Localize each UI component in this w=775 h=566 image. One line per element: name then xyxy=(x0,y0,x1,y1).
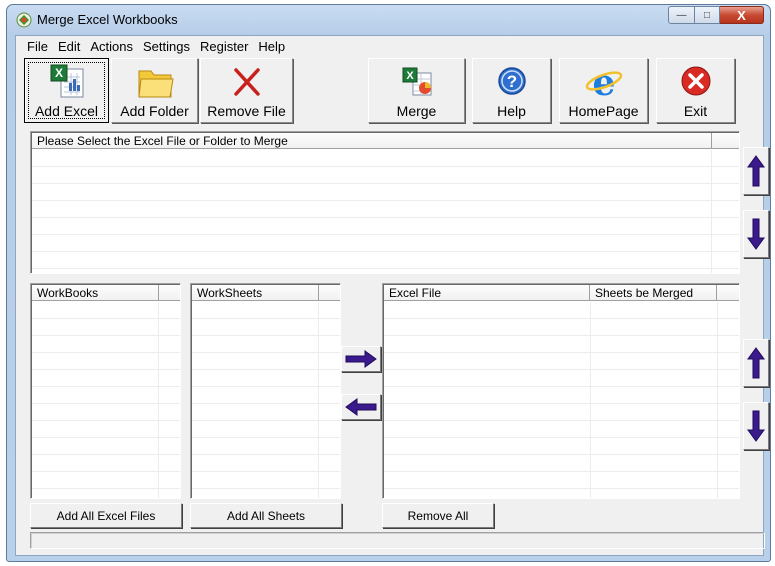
help-button[interactable]: ? Help xyxy=(472,58,551,123)
add-folder-label: Add Folder xyxy=(120,103,189,119)
file-list-rows xyxy=(32,150,739,273)
arrow-left-icon xyxy=(345,398,377,416)
merge-list-column-line-2 xyxy=(717,302,718,498)
worksheets-header-filler xyxy=(319,285,340,301)
add-folder-button[interactable]: Add Folder xyxy=(111,58,198,123)
merge-list[interactable]: Excel File Sheets be Merged xyxy=(382,283,740,499)
main-window: Merge Excel Workbooks — □ X File Edit Ac… xyxy=(6,4,771,562)
file-list-header-filler xyxy=(712,133,739,149)
merge-excel-icon: X xyxy=(397,63,437,101)
status-bar xyxy=(30,532,765,549)
file-list[interactable]: Please Select the Excel File or Folder t… xyxy=(30,131,740,274)
minimize-button[interactable]: — xyxy=(668,6,695,24)
help-label: Help xyxy=(497,103,526,119)
merge-list-column-line xyxy=(590,302,591,498)
merge-list-rows xyxy=(384,302,739,498)
workbooks-header[interactable]: WorkBooks xyxy=(32,285,159,301)
move-up-merge-button[interactable] xyxy=(743,339,769,387)
merge-label: Merge xyxy=(396,103,437,119)
exit-icon xyxy=(676,63,716,101)
client-area: File Edit Actions Settings Register Help… xyxy=(15,35,769,556)
remove-file-button[interactable]: Remove File xyxy=(200,58,293,123)
menu-actions[interactable]: Actions xyxy=(85,36,138,55)
question-icon: ? xyxy=(492,63,532,101)
menu-bar: File Edit Actions Settings Register Help xyxy=(16,36,763,55)
add-excel-button[interactable]: X Add Excel xyxy=(24,58,109,123)
move-down-merge-button[interactable] xyxy=(743,402,769,450)
workbooks-column-line xyxy=(158,302,159,498)
svg-text:e: e xyxy=(592,63,615,101)
close-button[interactable]: X xyxy=(720,6,764,24)
sheets-merged-column-header[interactable]: Sheets be Merged xyxy=(590,285,717,301)
move-up-file-button[interactable] xyxy=(743,147,769,195)
svg-text:X: X xyxy=(406,70,414,82)
maximize-button[interactable]: □ xyxy=(695,6,720,24)
remove-from-merge-button[interactable] xyxy=(341,394,381,420)
svg-text:X: X xyxy=(54,66,62,80)
exit-button[interactable]: Exit xyxy=(656,58,735,123)
merge-button[interactable]: X Merge xyxy=(368,58,465,123)
arrow-up-icon xyxy=(747,347,765,379)
move-down-file-button[interactable] xyxy=(743,210,769,258)
red-x-icon xyxy=(227,63,267,101)
svg-text:?: ? xyxy=(506,72,516,91)
close-icon: X xyxy=(737,7,746,23)
folder-icon xyxy=(135,63,175,101)
workbooks-header-filler xyxy=(159,285,180,301)
minimize-icon: — xyxy=(676,9,687,21)
excel-file-icon: X xyxy=(47,63,87,101)
menu-register[interactable]: Register xyxy=(195,36,253,55)
exit-label: Exit xyxy=(683,103,708,119)
internet-explorer-icon: e xyxy=(584,63,624,101)
excel-file-column-header[interactable]: Excel File xyxy=(384,285,590,301)
arrow-down-icon xyxy=(747,410,765,442)
add-to-merge-button[interactable] xyxy=(341,346,381,372)
add-all-sheets-button[interactable]: Add All Sheets xyxy=(190,503,342,528)
worksheets-column-line xyxy=(318,302,319,498)
menu-help[interactable]: Help xyxy=(253,36,290,55)
file-list-header[interactable]: Please Select the Excel File or Folder t… xyxy=(32,133,712,149)
remove-file-label: Remove File xyxy=(207,103,286,119)
worksheets-list[interactable]: WorkSheets xyxy=(190,283,341,499)
workbooks-list[interactable]: WorkBooks xyxy=(30,283,181,499)
merge-list-header-filler xyxy=(717,285,739,301)
window-title: Merge Excel Workbooks xyxy=(37,12,178,27)
merge-app-icon xyxy=(16,12,32,28)
file-list-column-line xyxy=(711,150,712,273)
menu-settings[interactable]: Settings xyxy=(138,36,195,55)
homepage-button[interactable]: e HomePage xyxy=(559,58,648,123)
menu-file[interactable]: File xyxy=(22,36,53,55)
add-excel-label: Add Excel xyxy=(34,103,99,119)
worksheets-header[interactable]: WorkSheets xyxy=(192,285,319,301)
remove-all-button[interactable]: Remove All xyxy=(382,503,494,528)
add-all-excel-files-button[interactable]: Add All Excel Files xyxy=(30,503,182,528)
arrow-right-icon xyxy=(345,350,377,368)
arrow-down-icon xyxy=(747,218,765,250)
homepage-label: HomePage xyxy=(568,103,639,119)
maximize-icon: □ xyxy=(703,9,711,21)
arrow-up-icon xyxy=(747,155,765,187)
menu-edit[interactable]: Edit xyxy=(53,36,85,55)
title-bar[interactable]: Merge Excel Workbooks — □ X xyxy=(7,5,770,35)
